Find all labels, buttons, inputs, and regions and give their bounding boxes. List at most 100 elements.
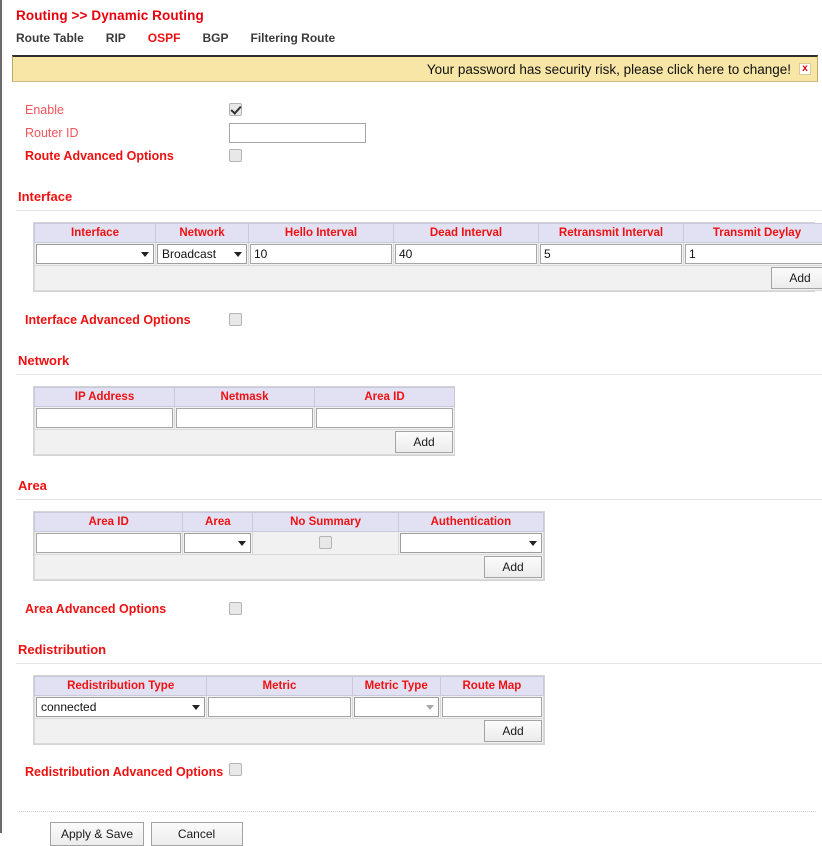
col-interface: Interface xyxy=(35,224,156,243)
footer-separator xyxy=(19,811,816,812)
col-route-map: Route Map xyxy=(440,677,543,696)
interface-add-button[interactable]: Add xyxy=(771,267,822,289)
col-transmit-delay: Transmit Deylay xyxy=(684,224,822,243)
table-add-row: Add xyxy=(35,555,544,580)
tab-rip[interactable]: RIP xyxy=(106,31,126,45)
network-select[interactable]: Broadcast xyxy=(157,244,247,264)
close-icon[interactable]: x xyxy=(799,63,811,75)
interface-section-rule xyxy=(16,210,822,211)
interface-advanced-options-label: Interface Advanced Options xyxy=(16,313,229,327)
general-options: Enable Router ID Route Advanced Options xyxy=(16,98,822,167)
area-id-input[interactable] xyxy=(36,533,181,553)
network-add-button[interactable]: Add xyxy=(395,431,453,453)
cell-route-map xyxy=(440,696,543,719)
chevron-down-icon xyxy=(238,541,246,546)
network-section-rule xyxy=(16,374,822,375)
area-select[interactable] xyxy=(184,533,251,553)
route-advanced-options-checkbox[interactable] xyxy=(229,149,242,162)
tab-ospf[interactable]: OSPF xyxy=(148,31,181,45)
cell-metric-type xyxy=(352,696,440,719)
enable-checkbox[interactable] xyxy=(229,103,242,116)
cell-dead-interval xyxy=(394,243,539,266)
cell-area-id xyxy=(35,532,183,555)
cell-transmit-delay xyxy=(684,243,822,266)
tab-bgp[interactable]: BGP xyxy=(202,31,228,45)
col-netmask: Netmask xyxy=(175,388,315,407)
ip-address-input[interactable] xyxy=(36,408,173,428)
chevron-down-icon xyxy=(141,252,149,257)
network-table: IP Address Netmask Area ID Add xyxy=(34,387,455,455)
table-row xyxy=(35,407,455,430)
tab-filtering-route[interactable]: Filtering Route xyxy=(250,31,335,45)
apply-and-save-button[interactable]: Apply & Save xyxy=(50,822,144,846)
transmit-delay-input[interactable] xyxy=(685,244,822,264)
dead-interval-input[interactable] xyxy=(395,244,537,264)
col-area-id: Area ID xyxy=(315,388,455,407)
area-table: Area ID Area No Summary Authentication xyxy=(34,512,544,580)
area-section-heading: Area xyxy=(16,478,822,493)
redistribution-add-button[interactable]: Add xyxy=(484,720,542,742)
network-table-wrap: IP Address Netmask Area ID Add xyxy=(33,386,455,456)
left-border-rule xyxy=(0,0,2,833)
redistribution-type-select[interactable]: connected xyxy=(36,697,205,717)
table-header-row: Interface Network Hello Interval Dead In… xyxy=(35,224,822,243)
row-interface-advanced: Interface Advanced Options xyxy=(16,308,822,331)
redistribution-section-heading: Redistribution xyxy=(16,642,822,657)
row-area-advanced: Area Advanced Options xyxy=(16,597,822,620)
chevron-down-icon xyxy=(426,705,434,710)
chevron-down-icon xyxy=(234,252,242,257)
table-add-row: Add xyxy=(35,430,455,455)
cancel-button[interactable]: Cancel xyxy=(151,822,243,846)
route-map-input[interactable] xyxy=(442,697,542,717)
router-id-input[interactable] xyxy=(229,123,366,143)
area-add-button[interactable]: Add xyxy=(484,556,542,578)
metric-type-select[interactable] xyxy=(354,697,439,717)
table-add-row: Add xyxy=(35,266,822,291)
retransmit-interval-input[interactable] xyxy=(540,244,682,264)
no-summary-checkbox[interactable] xyxy=(319,536,332,549)
network-area-id-input[interactable] xyxy=(316,408,453,428)
footer-buttons: Apply & Save Cancel xyxy=(2,822,822,846)
col-metric-type: Metric Type xyxy=(352,677,440,696)
cell-area-id xyxy=(315,407,455,430)
authentication-select[interactable] xyxy=(400,533,542,553)
cell-authentication xyxy=(398,532,543,555)
page-root: Routing >> Dynamic Routing Route Table RI… xyxy=(0,0,822,833)
main-content: Enable Router ID Route Advanced Options … xyxy=(2,98,822,795)
cell-network: Broadcast xyxy=(156,243,249,266)
cell-area xyxy=(183,532,253,555)
area-advanced-options-checkbox[interactable] xyxy=(229,602,242,615)
interface-section-heading: Interface xyxy=(16,189,822,204)
cell-netmask xyxy=(175,407,315,430)
breadcrumb: Routing >> Dynamic Routing xyxy=(2,0,822,23)
area-advanced-options-label: Area Advanced Options xyxy=(16,602,229,616)
col-redistribution-type: Redistribution Type xyxy=(35,677,207,696)
netmask-input[interactable] xyxy=(176,408,313,428)
table-header-row: Area ID Area No Summary Authentication xyxy=(35,513,544,532)
col-authentication: Authentication xyxy=(398,513,543,532)
table-row xyxy=(35,532,544,555)
area-section-rule xyxy=(16,499,822,500)
cell-interface xyxy=(35,243,156,266)
security-warning-text[interactable]: Your password has security risk, please … xyxy=(427,62,799,77)
metric-input[interactable] xyxy=(208,697,350,717)
table-add-row: Add xyxy=(35,719,544,744)
row-redistribution-advanced: Redistribution Advanced Options xyxy=(16,759,822,795)
table-row: Broadcast xyxy=(35,243,822,266)
cell-add: Add xyxy=(35,555,544,580)
tab-route-table[interactable]: Route Table xyxy=(16,31,84,45)
hello-interval-input[interactable] xyxy=(250,244,392,264)
router-id-label: Router ID xyxy=(16,126,229,140)
cell-add: Add xyxy=(35,430,455,455)
table-header-row: IP Address Netmask Area ID xyxy=(35,388,455,407)
cell-add: Add xyxy=(35,266,822,291)
redistribution-advanced-options-checkbox[interactable] xyxy=(229,763,242,776)
interface-select[interactable] xyxy=(36,244,154,264)
chevron-down-icon xyxy=(529,541,537,546)
cell-ip-address xyxy=(35,407,175,430)
cell-retransmit-interval xyxy=(539,243,684,266)
cell-add: Add xyxy=(35,719,544,744)
redistribution-table: Redistribution Type Metric Metric Type R… xyxy=(34,676,544,744)
interface-advanced-options-checkbox[interactable] xyxy=(229,313,242,326)
cell-redistribution-type: connected xyxy=(35,696,207,719)
